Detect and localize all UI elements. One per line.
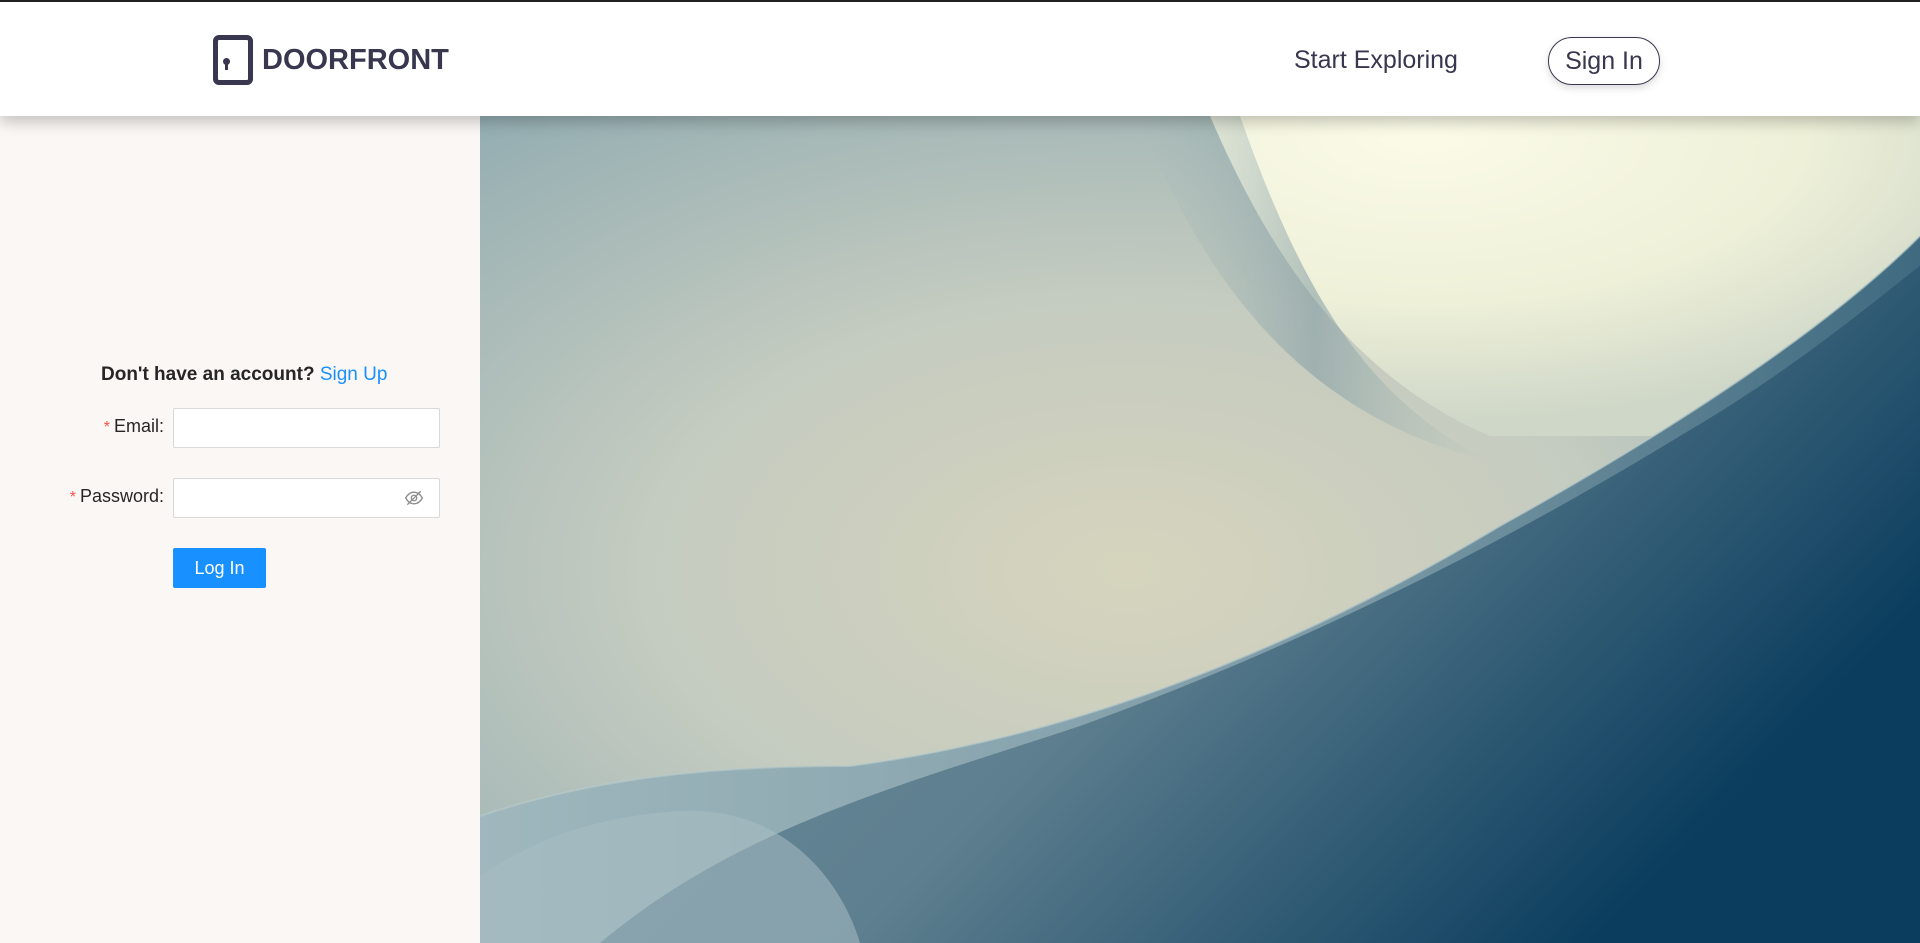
email-row: * Email: [0,408,480,448]
background-image [480,116,1920,943]
logo[interactable]: DOORFRONT [213,34,449,86]
password-label: * Password: [69,486,164,506]
no-account-text: Don't have an account? [101,364,315,385]
email-input[interactable] [173,408,440,448]
email-label: * Email: [103,416,164,436]
log-in-button[interactable]: Log In [173,548,266,588]
nav-start-exploring[interactable]: Start Exploring [1294,46,1458,75]
signup-prompt: Don't have an account? Sign Up [101,364,387,386]
login-panel: Don't have an account? Sign Up * Email: *… [0,116,480,943]
required-mark: * [69,489,76,506]
signup-link[interactable]: Sign Up [320,364,388,385]
site-header: DOORFRONT Start Exploring Sign In [0,2,1920,116]
eye-invisible-icon[interactable] [404,488,424,508]
password-input[interactable] [173,478,440,518]
nav-sign-in-button[interactable]: Sign In [1548,37,1660,85]
door-icon [213,35,253,85]
logo-text: DOORFRONT [262,43,449,76]
required-mark: * [103,419,110,436]
password-row: * Password: [0,478,480,518]
